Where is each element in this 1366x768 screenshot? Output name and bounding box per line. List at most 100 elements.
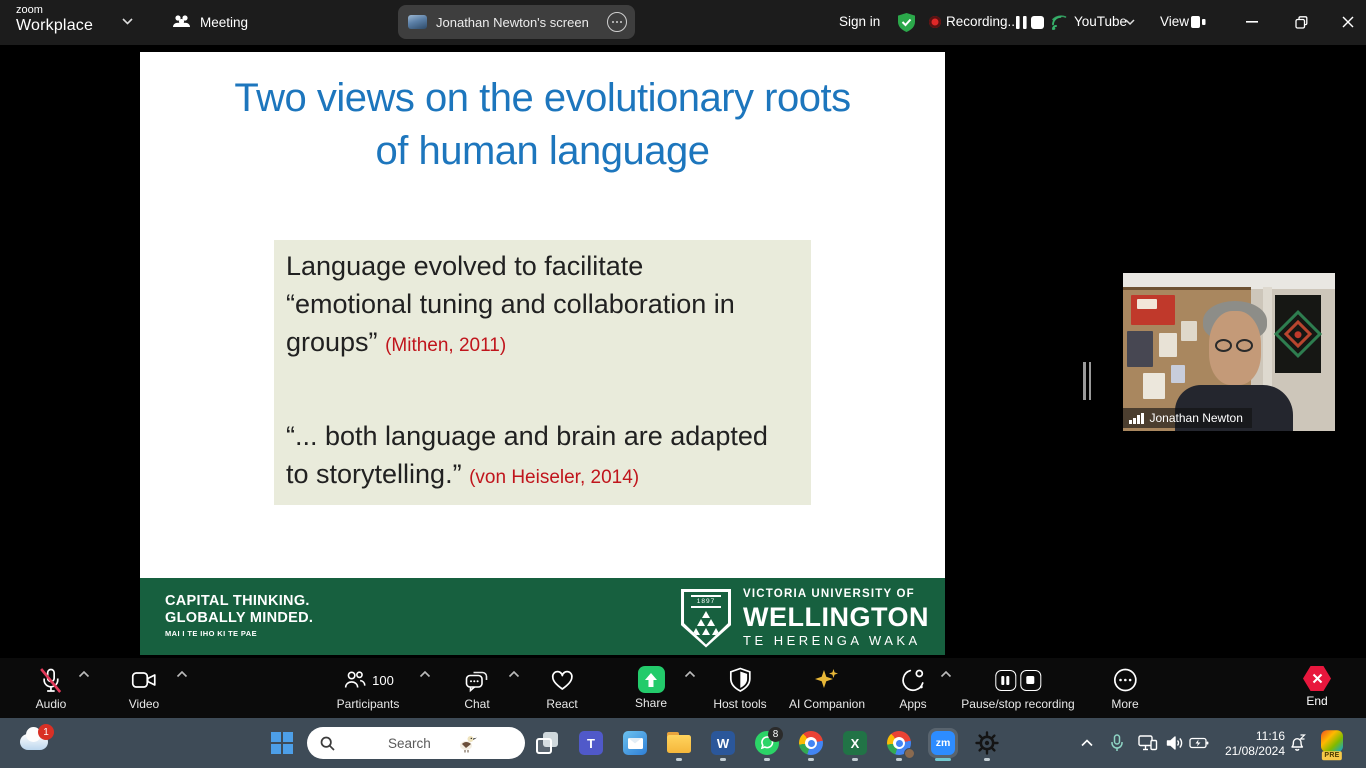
tray-notifications-bell-icon[interactable]: [1288, 734, 1306, 753]
night-hub-poster: [1275, 295, 1321, 373]
search-icon: [320, 736, 379, 751]
quote-1: Language evolved to facilitate “emotiona…: [286, 247, 799, 365]
pause-recording-icon[interactable]: [1016, 16, 1027, 29]
tab-shared-screen[interactable]: Jonathan Newton's screen: [398, 5, 635, 39]
zoom-title-bar: zoom Workplace Meeting Jonathan Newton's…: [0, 0, 1366, 45]
taskbar-app-settings[interactable]: [967, 723, 1007, 763]
slide-title: Two views on the evolutionary roots of h…: [140, 72, 945, 178]
heart-icon: [549, 666, 575, 694]
taskbar-app-chrome-profile2[interactable]: [879, 723, 919, 763]
taskbar-app-whatsapp[interactable]: 8: [747, 723, 787, 763]
sign-in-link[interactable]: Sign in: [839, 14, 880, 29]
participants-count: 100: [372, 673, 394, 688]
copilot-preview-icon[interactable]: PRE: [1321, 730, 1343, 752]
view-button-label[interactable]: View: [1160, 14, 1189, 29]
tray-battery-icon[interactable]: [1189, 737, 1209, 749]
video-button[interactable]: Video: [129, 666, 159, 711]
more-button[interactable]: More: [1111, 666, 1138, 711]
participant-name: Jonathan Newton: [1150, 411, 1243, 425]
windows-logo-icon: [271, 732, 293, 754]
tray-show-hidden-icons[interactable]: [1081, 740, 1093, 747]
pause-recording-icon[interactable]: [995, 670, 1016, 691]
stop-recording-icon[interactable]: [1020, 670, 1041, 691]
participant-name-tag: Jonathan Newton: [1123, 408, 1252, 428]
share-options-chevron[interactable]: [685, 671, 696, 678]
screen-thumbnail-icon: [408, 15, 427, 29]
ai-sparkle-icon: [814, 666, 840, 694]
quote-2: “... both language and brain are adapted…: [286, 417, 799, 497]
search-placeholder: Search: [388, 736, 447, 751]
tray-cast-display-icon[interactable]: [1138, 735, 1158, 752]
youtube-stream-label[interactable]: YouTube: [1074, 14, 1127, 29]
apps-icon: [900, 666, 926, 694]
apps-options-chevron[interactable]: [941, 671, 952, 678]
live-stream-signal-icon: [1051, 14, 1068, 31]
zoom-app-icon: zm: [928, 728, 958, 758]
host-tools-button[interactable]: Host tools: [713, 666, 766, 711]
audio-button[interactable]: Audio: [36, 666, 67, 711]
participant-video-tile[interactable]: Jonathan Newton: [1123, 273, 1335, 431]
settings-gear-icon: [975, 731, 999, 755]
share-screen-button[interactable]: Share: [635, 666, 667, 710]
audio-options-chevron[interactable]: [79, 671, 90, 678]
taskbar-search-box[interactable]: Search: [307, 727, 525, 759]
tray-clock[interactable]: 11:16 21/08/2024: [1225, 729, 1285, 758]
taskbar-app-chrome[interactable]: [791, 723, 831, 763]
chevron-down-icon[interactable]: [1125, 19, 1135, 25]
participants-button[interactable]: 100 Participants: [337, 666, 400, 711]
more-options-icon[interactable]: [607, 12, 627, 32]
slide-title-line2: of human language: [140, 125, 945, 178]
excel-icon: X: [843, 731, 867, 755]
citation-mithen: (Mithen, 2011): [385, 335, 506, 356]
participants-options-chevron[interactable]: [420, 671, 431, 678]
search-highlight-bird-icon[interactable]: [456, 732, 515, 754]
screen: zoom Workplace Meeting Jonathan Newton's…: [0, 0, 1366, 768]
ai-companion-button[interactable]: AI Companion: [789, 666, 865, 711]
taskbar-app-mail[interactable]: [615, 723, 655, 763]
taskbar-app-teams[interactable]: T: [571, 723, 611, 763]
university-shield-icon: 1897: [681, 589, 731, 648]
end-meeting-button[interactable]: End: [1303, 666, 1331, 708]
window-minimize-button[interactable]: [1235, 7, 1269, 37]
chevron-down-icon[interactable]: [122, 18, 133, 25]
taskbar-app-zoom-active[interactable]: zm: [923, 723, 963, 763]
start-button[interactable]: [262, 723, 302, 763]
teams-icon: T: [579, 731, 603, 755]
banner-motto: CAPITAL THINKING. GLOBALLY MINDED. MAI I…: [165, 593, 313, 638]
tab-meeting-label: Meeting: [200, 15, 248, 30]
whatsapp-icon: 8: [755, 731, 779, 755]
window-restore-button[interactable]: [1284, 7, 1318, 37]
meeting-controls-toolbar: Audio Video 100 Participants: [0, 658, 1366, 718]
tab-shared-screen-label: Jonathan Newton's screen: [436, 15, 598, 30]
slide-title-line1: Two views on the evolutionary roots: [140, 72, 945, 125]
video-options-chevron[interactable]: [177, 671, 188, 678]
view-layout-icon[interactable]: [1191, 15, 1206, 29]
chat-button[interactable]: Chat: [464, 666, 490, 711]
chat-options-chevron[interactable]: [509, 671, 520, 678]
profile-avatar-dot: [904, 748, 915, 759]
windows-taskbar: 1 Search: [0, 718, 1366, 768]
task-view-button[interactable]: [527, 723, 567, 763]
pause-stop-recording-button[interactable]: Pause/stop recording: [961, 666, 1074, 711]
recording-status-label: Recording...: [946, 14, 1019, 29]
window-close-button[interactable]: [1331, 7, 1365, 37]
video-panel-drag-handle[interactable]: [1083, 362, 1091, 400]
mail-icon: [623, 731, 647, 755]
taskbar-app-file-explorer[interactable]: [659, 723, 699, 763]
react-button[interactable]: React: [546, 666, 577, 711]
security-shield-icon[interactable]: [897, 12, 916, 33]
tab-meeting[interactable]: Meeting: [166, 8, 254, 36]
tray-microphone-icon[interactable]: [1111, 734, 1124, 752]
word-icon: W: [711, 731, 735, 755]
widgets-button[interactable]: 1: [18, 726, 54, 760]
recording-dot-icon: [929, 16, 941, 28]
taskbar-app-word[interactable]: W: [703, 723, 743, 763]
apps-button[interactable]: Apps: [899, 666, 926, 711]
task-view-icon: [536, 732, 558, 754]
taskbar-app-excel[interactable]: X: [835, 723, 875, 763]
stop-recording-icon[interactable]: [1031, 16, 1044, 29]
tray-volume-icon[interactable]: [1166, 736, 1184, 751]
university-banner: CAPITAL THINKING. GLOBALLY MINDED. MAI I…: [140, 578, 945, 655]
chat-bubble-icon: [464, 666, 490, 694]
file-explorer-icon: [667, 735, 691, 754]
